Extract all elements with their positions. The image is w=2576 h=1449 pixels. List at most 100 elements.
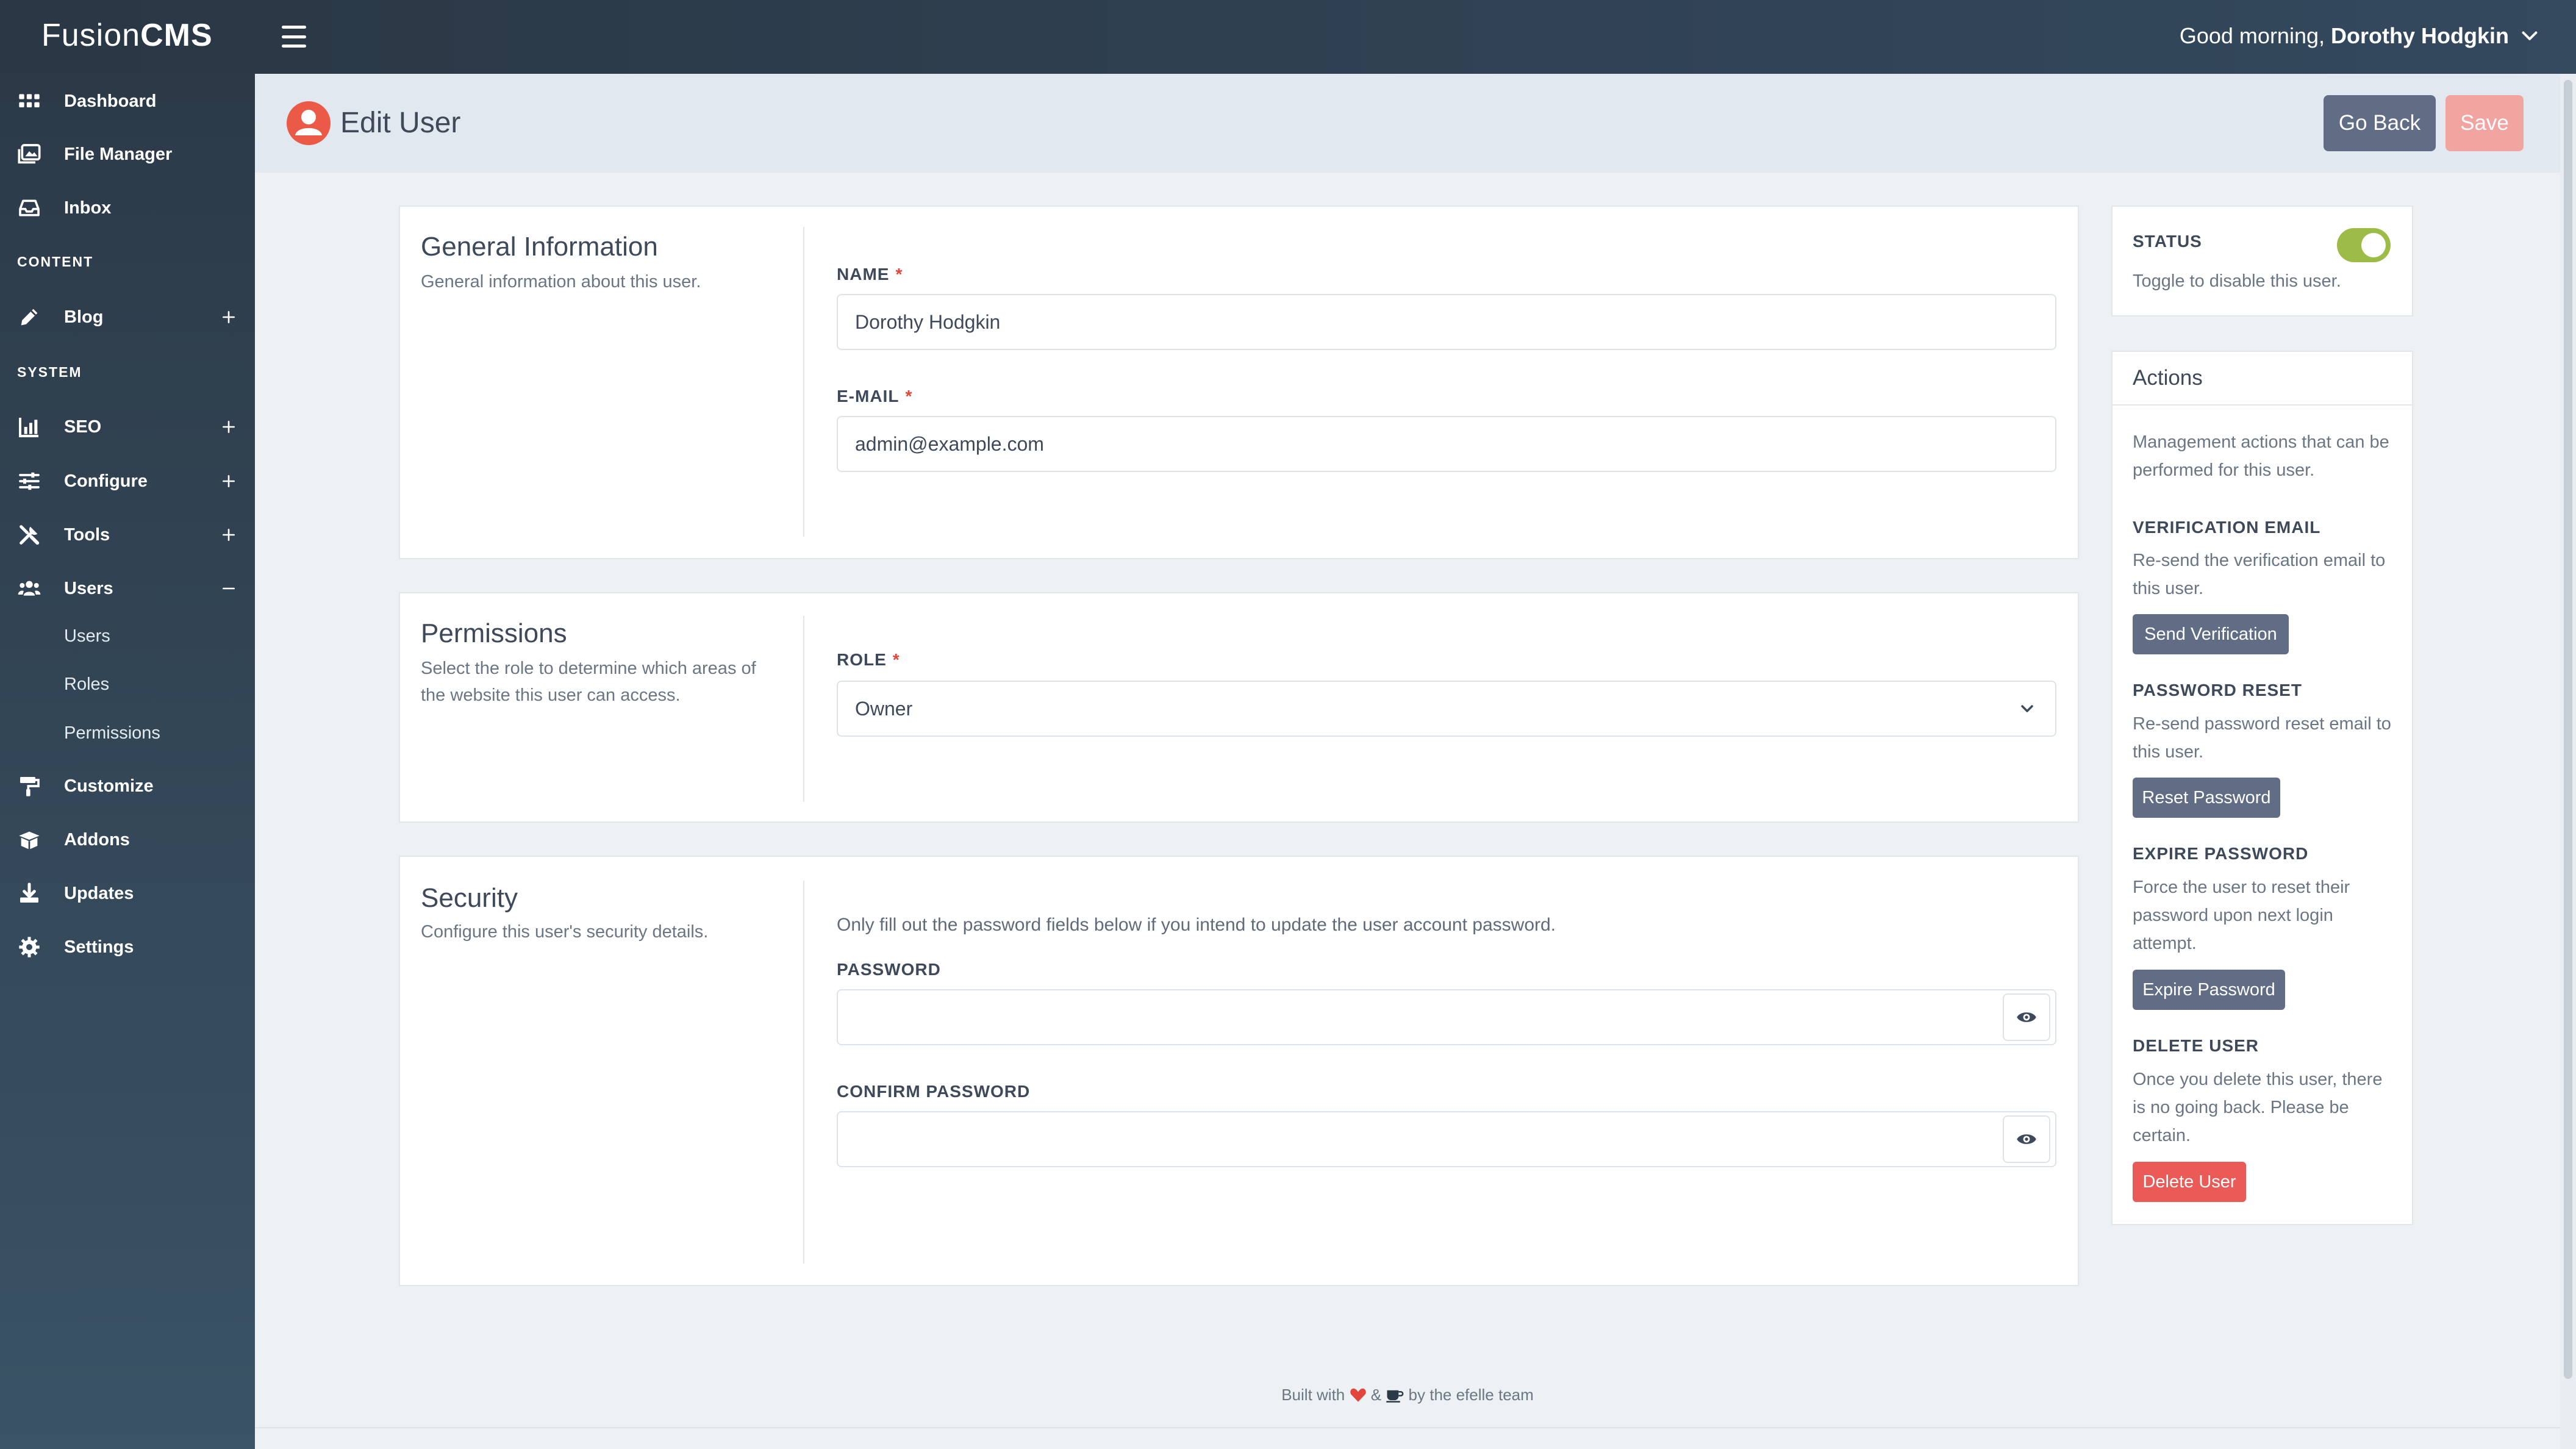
sidebar-item-label: Addons [64,829,130,850]
sidebar-section-content: CONTENT [17,254,94,270]
card-divider [803,616,804,802]
sidebar-item-label: Blog [64,307,104,327]
plus-icon[interactable] [221,309,237,325]
verification-email-label: VERIFICATION EMAIL [2133,518,2321,537]
verification-email-desc: Re-send the verification email to this u… [2133,551,2386,598]
sliders-icon [19,472,40,490]
grid-icon [19,94,40,107]
sidebar-item-blog[interactable]: Blog [0,293,255,342]
show-password-button[interactable] [2003,993,2050,1041]
password-reset-desc: Re-send password reset email to this use… [2133,714,2391,762]
sidebar-item-configure[interactable]: Configure [0,457,255,506]
plus-icon[interactable] [221,473,237,489]
sidebar-item-settings[interactable]: Settings [0,923,255,971]
coffee-icon [1386,1390,1404,1403]
users-icon [18,581,41,596]
footer-bottom-bar [255,1427,2560,1449]
download-icon [20,882,38,903]
sidebar-item-label: Settings [64,937,134,957]
user-greeting[interactable]: Good morning, Dorothy Hodgkin [2180,23,2509,49]
delete-user-label: DELETE USER [2133,1036,2259,1055]
sidebar-item-file-manager[interactable]: File Manager [0,130,255,179]
confirm-password-input[interactable] [837,1111,2056,1167]
permissions-desc: Select the role to determine which areas… [421,659,756,705]
actions-title: Actions [2133,366,2203,390]
expire-password-button[interactable]: Expire Password [2133,970,2285,1010]
page-scrollbar[interactable] [2560,74,2576,1449]
sidebar-item-customize[interactable]: Customize [0,762,255,810]
security-desc: Configure this user's security details. [421,922,709,942]
sidebar-item-label: Users [64,578,113,598]
pencil-icon [21,309,38,326]
sidebar-item-label: SEO [64,417,102,437]
eye-icon [2017,1134,2036,1144]
sidebar-subitem-users[interactable]: Users [64,626,110,646]
sidebar-subitem-permissions[interactable]: Permissions [64,723,160,743]
sidebar-item-dashboard[interactable]: Dashboard [0,77,255,126]
actions-desc: Management actions that can be performed… [2133,432,2389,480]
delete-user-desc: Once you delete this user, there is no g… [2133,1070,2383,1145]
sidebar-item-users[interactable]: Users [0,564,255,613]
reset-password-button[interactable]: Reset Password [2133,778,2280,818]
role-select[interactable]: Owner [837,681,2056,737]
status-label: STATUS [2133,232,2202,251]
sidebar-item-updates[interactable]: Updates [0,869,255,918]
show-confirm-password-button[interactable] [2003,1115,2050,1163]
sidebar-item-label: File Manager [64,144,173,164]
eye-icon [2017,1012,2036,1022]
top-bar: FusionCMS Good morning, Dorothy Hodgkin [0,0,2576,74]
sidebar: Dashboard File Manager Inbox CONTENT Blo… [0,74,255,1449]
send-verification-button[interactable]: Send Verification [2133,614,2289,654]
minus-icon[interactable] [221,581,237,596]
gear-icon [19,937,40,957]
expire-password-label: EXPIRE PASSWORD [2133,844,2309,863]
email-input[interactable]: admin@example.com [837,416,2056,472]
scrollbar-thumb[interactable] [2564,80,2572,1379]
hamburger-menu-icon[interactable] [282,26,306,48]
images-icon [18,144,41,164]
inbox-icon [19,199,40,216]
sidebar-item-tools[interactable]: Tools [0,510,255,559]
paint-roller-icon [20,777,40,796]
confirm-password-label: CONFIRM PASSWORD [837,1082,1031,1101]
delete-user-button[interactable]: Delete User [2133,1162,2246,1202]
expire-password-desc: Force the user to reset their password u… [2133,878,2350,953]
email-label: E-MAIL * [837,387,913,406]
chevron-down-icon[interactable] [2017,699,2037,718]
password-input[interactable] [837,989,2056,1045]
box-icon [19,831,40,850]
go-back-button[interactable]: Go Back [2324,95,2436,151]
save-button[interactable]: Save [2445,95,2524,151]
status-desc: Toggle to disable this user. [2133,271,2341,291]
status-toggle[interactable] [2337,228,2391,262]
sidebar-item-seo[interactable]: SEO [0,402,255,451]
footer: Built with & by the efelle team [1281,1386,1534,1404]
page-title: Edit User [340,107,461,139]
page-header [255,74,2560,173]
plus-icon[interactable] [221,419,237,435]
sidebar-item-inbox[interactable]: Inbox [0,184,255,232]
general-information-title: General Information [421,232,658,262]
sidebar-item-label: Inbox [64,198,112,218]
security-title: Security [421,883,518,913]
chart-icon [19,418,38,437]
actions-divider [2113,404,2412,406]
general-information-desc: General information about this user. [421,272,701,292]
name-label: NAME * [837,265,903,284]
name-input[interactable]: Dorothy Hodgkin [837,294,2056,350]
card-divider [803,227,804,537]
permissions-title: Permissions [421,618,567,648]
sidebar-subitem-roles[interactable]: Roles [64,674,109,695]
tools-icon [20,525,40,545]
password-label: PASSWORD [837,960,941,979]
sidebar-item-label: Configure [64,471,148,491]
password-notice: Only fill out the password fields below … [837,915,1556,935]
sidebar-item-label: Updates [64,883,134,903]
chevron-down-icon[interactable] [2519,24,2541,46]
password-reset-label: PASSWORD RESET [2133,681,2302,699]
brand-logo[interactable]: FusionCMS [41,17,213,54]
sidebar-item-addons[interactable]: Addons [0,815,255,864]
sidebar-item-label: Customize [64,776,154,796]
plus-icon[interactable] [221,527,237,543]
sidebar-item-label: Dashboard [64,91,157,111]
